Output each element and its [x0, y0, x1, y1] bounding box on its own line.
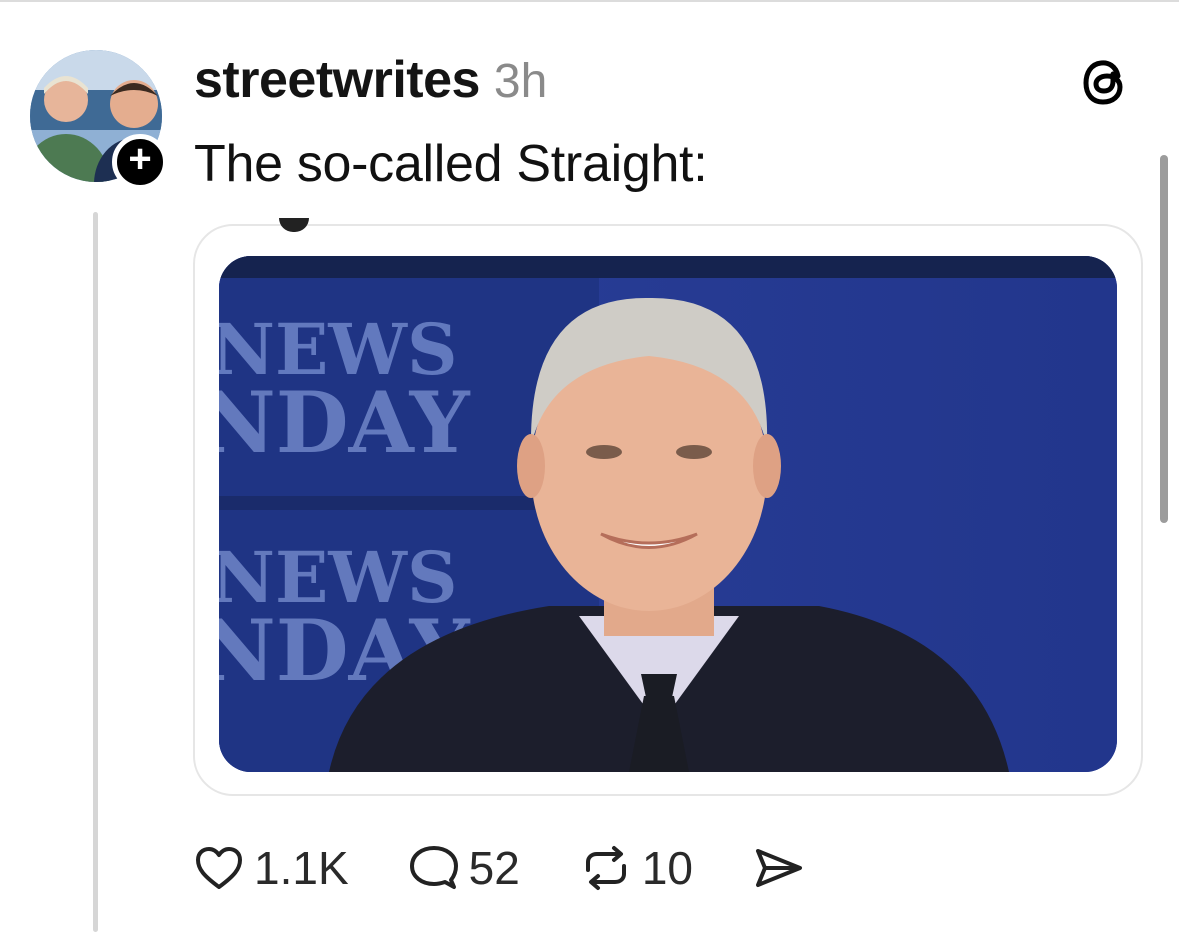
repost-count: 10	[641, 842, 693, 894]
post-text: The so-called Straight:	[194, 135, 708, 193]
thread-line	[93, 212, 98, 932]
share-button[interactable]	[753, 845, 805, 891]
timestamp: 3h	[493, 55, 548, 108]
reply-count: 52	[468, 842, 520, 894]
threads-logo-icon[interactable]	[1080, 56, 1132, 108]
comment-bubble-icon	[409, 846, 458, 889]
repost-button[interactable]: 10	[580, 841, 693, 895]
action-bar: 1.1K 52 10	[194, 838, 865, 898]
top-divider	[0, 0, 1179, 2]
card-notch	[279, 218, 309, 232]
repost-arrows-icon	[585, 846, 626, 890]
username[interactable]: streetwrites	[194, 50, 480, 110]
send-icon	[755, 849, 802, 887]
like-count: 1.1K	[254, 842, 349, 894]
reply-button[interactable]: 52	[409, 841, 520, 895]
scrollbar[interactable]	[1160, 155, 1168, 523]
post-header: streetwrites 3h	[194, 50, 547, 110]
media-card[interactable]: NEWS NDAY NEWS NDAY	[193, 218, 1143, 796]
follow-button[interactable]: +	[112, 134, 168, 190]
plus-icon: +	[128, 137, 152, 181]
media-image[interactable]: NEWS NDAY NEWS NDAY	[219, 256, 1117, 772]
backdrop-text-2: NDAY	[219, 373, 471, 472]
heart-icon	[196, 847, 242, 889]
like-button[interactable]: 1.1K	[194, 841, 349, 895]
